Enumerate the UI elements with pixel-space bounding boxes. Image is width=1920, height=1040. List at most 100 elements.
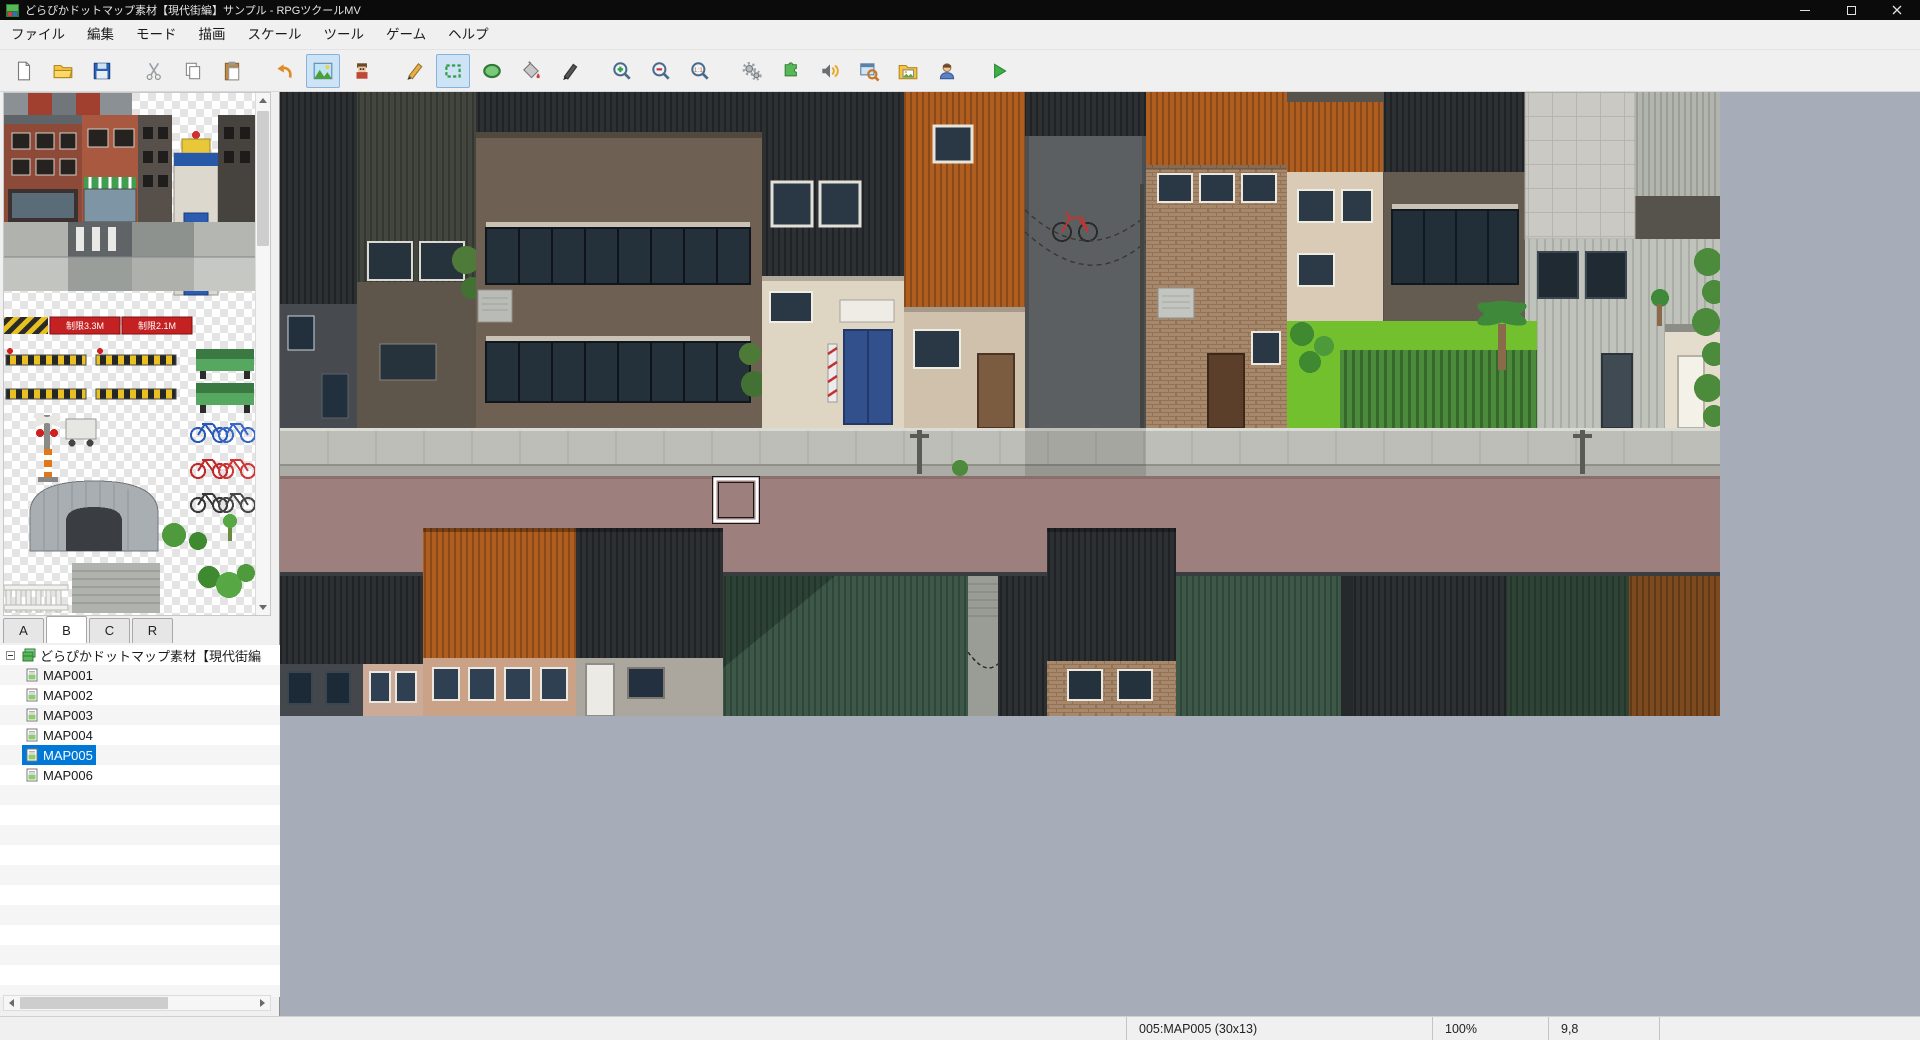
resource-manager-button[interactable] xyxy=(891,54,925,88)
menu-help[interactable]: ヘルプ xyxy=(437,20,500,50)
status-bar: 005:MAP005 (30x13) 100% 9,8 xyxy=(0,1016,1920,1040)
menu-tools[interactable]: ツール xyxy=(313,20,376,50)
event-mode-icon xyxy=(351,60,373,82)
save-icon xyxy=(91,60,113,82)
open-project-button[interactable] xyxy=(46,54,80,88)
title-bar: どらぴかドットマップ素材【現代街編】サンプル - RPGツクールMV xyxy=(0,0,1920,20)
flood-fill-button[interactable] xyxy=(514,54,548,88)
tree-item-map002[interactable]: MAP002 xyxy=(0,685,280,705)
menu-mode[interactable]: モード xyxy=(125,20,188,50)
event-mode-button[interactable] xyxy=(345,54,379,88)
tree-item-map003[interactable]: MAP003 xyxy=(0,705,280,725)
menu-scale[interactable]: スケール xyxy=(237,20,313,50)
rectangle-tool-button[interactable] xyxy=(436,54,470,88)
tree-item-map004[interactable]: MAP004 xyxy=(0,725,280,745)
character-generator-button[interactable] xyxy=(930,54,964,88)
maximize-button[interactable] xyxy=(1828,0,1874,20)
tree-item-map006[interactable]: MAP006 xyxy=(0,765,280,785)
window-title: どらぴかドットマップ素材【現代街編】サンプル - RPGツクールMV xyxy=(25,2,361,18)
ellipse-tool-button[interactable] xyxy=(475,54,509,88)
palette-scrollbar-thumb[interactable] xyxy=(257,111,269,246)
rectangle-tool-icon xyxy=(442,60,464,82)
menu-file[interactable]: ファイル xyxy=(0,20,76,50)
zoom-actual-icon: 1:1 xyxy=(689,60,711,82)
close-button[interactable] xyxy=(1874,0,1920,20)
tree-item-map001[interactable]: MAP001 xyxy=(0,665,280,685)
scroll-down-button[interactable] xyxy=(256,600,270,615)
menu-draw[interactable]: 描画 xyxy=(188,20,237,50)
tree-item-map005[interactable]: MAP005 xyxy=(0,745,280,765)
undo-button[interactable] xyxy=(267,54,301,88)
left-panel: 制限3.3M 制限2.1M xyxy=(0,92,280,1016)
map-file-icon xyxy=(25,668,39,682)
project-icon xyxy=(22,648,36,662)
map-canvas[interactable] xyxy=(280,92,1720,716)
copy-button[interactable] xyxy=(176,54,210,88)
app-icon xyxy=(6,4,19,17)
paste-icon xyxy=(221,60,243,82)
event-searcher-button[interactable] xyxy=(852,54,886,88)
tab-b[interactable]: B xyxy=(46,616,87,643)
scroll-right-button[interactable] xyxy=(255,996,270,1010)
tileset-palette-canvas[interactable]: 制限3.3M 制限2.1M xyxy=(4,93,257,615)
minimize-button[interactable] xyxy=(1782,0,1828,20)
status-tile-coordinates: 9,8 xyxy=(1549,1017,1660,1040)
copy-icon xyxy=(182,60,204,82)
map-file-icon xyxy=(25,728,39,742)
map-editor-canvas[interactable] xyxy=(280,92,1920,1016)
scroll-up-button[interactable] xyxy=(256,93,270,108)
plugin-manager-button[interactable] xyxy=(774,54,808,88)
tree-expander-icon[interactable] xyxy=(6,651,15,660)
tileset-palette[interactable]: 制限3.3M 制限2.1M xyxy=(3,92,271,616)
scissors-icon xyxy=(143,60,165,82)
zoom-in-icon xyxy=(611,60,633,82)
database-icon xyxy=(741,60,763,82)
map-file-icon xyxy=(25,708,39,722)
tab-c[interactable]: C xyxy=(89,618,130,643)
puzzle-icon xyxy=(780,60,802,82)
map-mode-icon xyxy=(312,60,334,82)
pencil-tool-button[interactable] xyxy=(397,54,431,88)
save-project-button[interactable] xyxy=(85,54,119,88)
zoom-actual-button[interactable]: 1:1 xyxy=(683,54,717,88)
cut-button[interactable] xyxy=(137,54,171,88)
menu-bar: ファイル 編集 モード 描画 スケール ツール ゲーム ヘルプ xyxy=(0,20,1920,50)
status-map-info: 005:MAP005 (30x13) xyxy=(1127,1017,1433,1040)
paste-button[interactable] xyxy=(215,54,249,88)
new-project-button[interactable] xyxy=(7,54,41,88)
zoom-in-button[interactable] xyxy=(605,54,639,88)
tab-a[interactable]: A xyxy=(3,618,44,643)
database-button[interactable] xyxy=(735,54,769,88)
ellipse-tool-icon xyxy=(481,60,503,82)
open-folder-icon xyxy=(52,60,74,82)
tree-horizontal-scrollbar[interactable] xyxy=(3,995,271,1011)
zoom-out-button[interactable] xyxy=(644,54,678,88)
play-icon xyxy=(988,60,1010,82)
speaker-icon xyxy=(819,60,841,82)
event-search-icon xyxy=(858,60,880,82)
map-file-icon xyxy=(25,768,39,782)
map-mode-button[interactable] xyxy=(306,54,340,88)
scroll-right-icon xyxy=(260,999,265,1007)
sound-test-button[interactable] xyxy=(813,54,847,88)
scroll-left-button[interactable] xyxy=(4,996,19,1010)
menu-game[interactable]: ゲーム xyxy=(375,20,437,50)
menu-edit[interactable]: 編集 xyxy=(76,20,125,50)
toolbar: 1:1 xyxy=(0,51,1920,92)
scroll-down-icon xyxy=(259,605,267,610)
tab-r[interactable]: R xyxy=(132,618,173,643)
character-icon xyxy=(936,60,958,82)
svg-text:1:1: 1:1 xyxy=(694,67,703,74)
tree-root-label: どらぴかドットマップ素材【現代街編 xyxy=(40,646,261,665)
map-tree: どらぴかドットマップ素材【現代街編 MAP001 MAP002 MAP003 xyxy=(0,645,280,997)
pencil-icon xyxy=(403,60,425,82)
tree-item-project-root[interactable]: どらぴかドットマップ素材【現代街編 xyxy=(0,645,280,665)
minimize-icon xyxy=(1800,10,1810,11)
shadow-pen-button[interactable] xyxy=(553,54,587,88)
playtest-button[interactable] xyxy=(982,54,1016,88)
flood-fill-icon xyxy=(520,60,542,82)
palette-scrollbar[interactable] xyxy=(255,93,270,615)
tree-scrollbar-thumb[interactable] xyxy=(20,997,168,1009)
status-zoom-level: 100% xyxy=(1433,1017,1549,1040)
resource-folder-icon xyxy=(897,60,919,82)
